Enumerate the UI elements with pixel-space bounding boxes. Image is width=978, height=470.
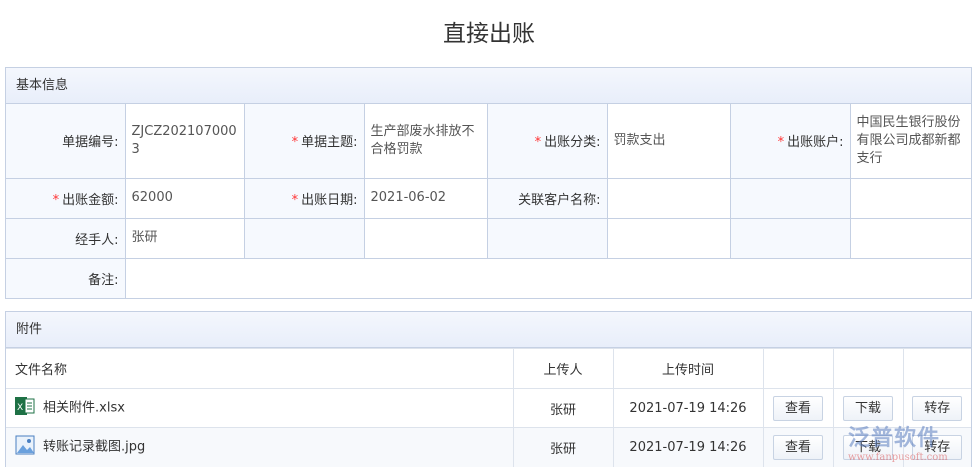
remark-value [124, 257, 971, 298]
account-label: 出账账户: [787, 135, 844, 151]
view-button[interactable]: 查看 [773, 395, 823, 421]
basic-info-table: 单据编号: ZJCZ2021070003 * 单据主题: 生产部废水排放不合格罚款… [6, 104, 971, 298]
col-upload-time: 上传时间 [612, 348, 764, 389]
svg-text:X: X [17, 403, 23, 413]
download-button[interactable]: 下载 [843, 395, 893, 421]
doc-no-label: 单据编号: [6, 104, 126, 179]
upload-time: 2021-07-19 14:26 [612, 388, 764, 428]
required-mark: * [291, 135, 299, 151]
basic-info-panel: 基本信息 单据编号: ZJCZ2021070003 * 单据主题: 生产部废水排放… [5, 67, 972, 299]
view-button[interactable]: 查看 [773, 434, 823, 460]
watermark-logo: 泛普软件 www.fanpusoft.com [848, 426, 948, 463]
file-name-link[interactable]: 转账记录截图.jpg [43, 440, 145, 455]
basic-info-header: 基本信息 [6, 68, 971, 104]
account-value: 中国民生银行股份有限公司成都新都支行 [849, 104, 971, 179]
uploader: 张研 [512, 427, 614, 467]
date-label: 出账日期: [301, 192, 358, 208]
transfer-button[interactable]: 转存 [912, 395, 963, 421]
handler-label: 经手人: [6, 217, 126, 259]
category-value: 罚款支出 [606, 104, 731, 179]
amount-label: 出账金额: [62, 192, 119, 208]
upload-time: 2021-07-19 14:26 [612, 427, 764, 467]
subject-label: 单据主题: [301, 135, 358, 151]
doc-no-value: ZJCZ2021070003 [124, 104, 245, 179]
handler-value: 张研 [124, 217, 245, 259]
table-row: 转账记录截图.jpg 张研 2021-07-19 14:26 查看 下载 转存 [6, 427, 971, 467]
file-name-link[interactable]: 相关附件.xlsx [43, 401, 125, 416]
attachments-panel: 附件 文件名称 上传人 上传时间 X 相关附件.xlsx 张研 2021-07-1… [5, 311, 972, 467]
required-mark: * [777, 135, 785, 151]
category-label: 出账分类: [544, 135, 601, 151]
page-title: 直接出账 [443, 21, 535, 47]
image-file-icon [15, 435, 35, 459]
customer-value [606, 177, 731, 219]
required-mark: * [291, 192, 299, 208]
subject-value: 生产部废水排放不合格罚款 [363, 104, 488, 179]
required-mark: * [534, 135, 542, 151]
table-row: X 相关附件.xlsx 张研 2021-07-19 14:26 查看 下载 转存 [6, 388, 971, 428]
col-uploader: 上传人 [512, 348, 614, 389]
date-value: 2021-06-02 [363, 177, 488, 219]
remark-label: 备注: [6, 257, 126, 298]
attachments-table: 文件名称 上传人 上传时间 X 相关附件.xlsx 张研 2021-07-19 1… [6, 348, 971, 467]
col-file-name: 文件名称 [6, 348, 514, 389]
customer-label: 关联客户名称: [486, 177, 608, 219]
uploader: 张研 [512, 388, 614, 428]
amount-value: 62000 [124, 177, 245, 219]
excel-file-icon: X [15, 396, 35, 420]
attachments-header: 附件 [6, 312, 971, 348]
required-mark: * [52, 192, 60, 208]
